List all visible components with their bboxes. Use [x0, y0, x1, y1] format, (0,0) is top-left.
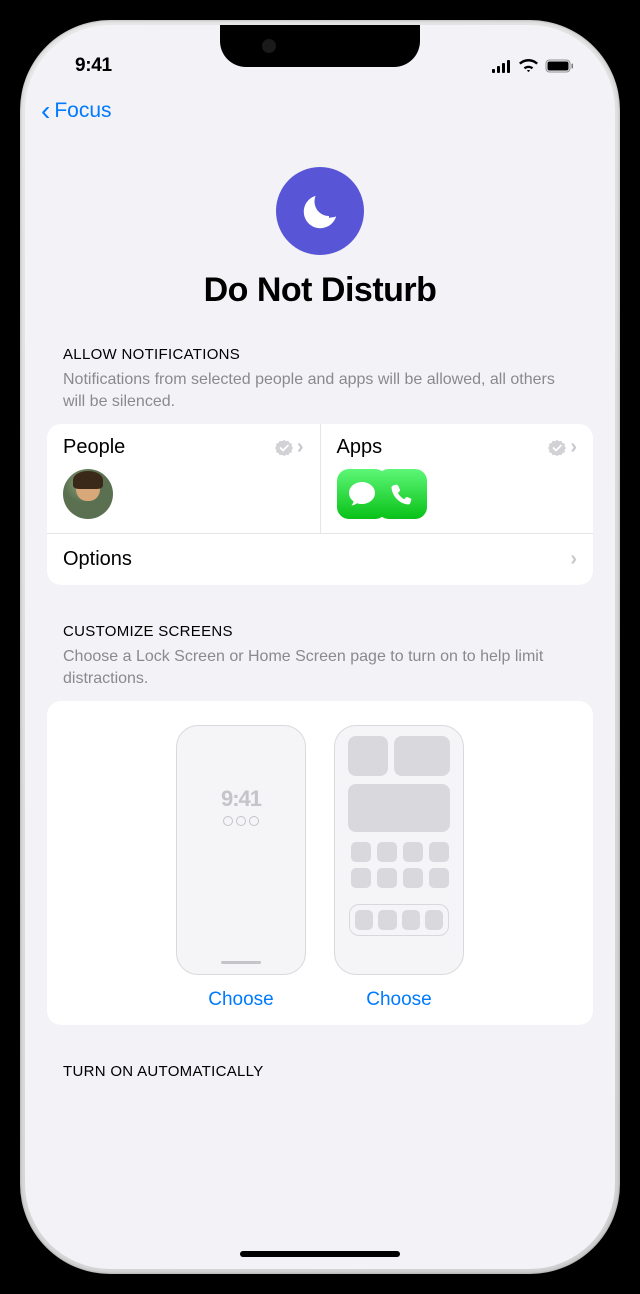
notch — [220, 25, 420, 67]
notifications-description: Notifications from selected people and a… — [47, 369, 593, 424]
people-cell[interactable]: People › — [47, 424, 320, 533]
lock-widget-dots — [187, 816, 295, 826]
phone-body: 9:41 ‹ Focus — [20, 20, 620, 1274]
lock-screen-preview[interactable]: 9:41 — [176, 725, 306, 975]
customize-card: 9:41 Choose — [47, 701, 593, 1025]
screen: 9:41 ‹ Focus — [25, 25, 615, 1269]
hs-app-grid — [345, 842, 453, 888]
badge-check-icon — [275, 439, 293, 457]
status-time: 9:41 — [75, 55, 112, 77]
page-title: Do Not Disturb — [47, 271, 593, 310]
hs-widgets — [345, 736, 453, 776]
contact-avatar — [63, 469, 113, 519]
notifications-card: People › Apps — [47, 424, 593, 585]
app-icons — [337, 469, 578, 519]
choose-lock-screen-button[interactable]: Choose — [176, 989, 306, 1011]
back-button[interactable]: ‹ Focus — [41, 97, 112, 125]
automatic-header: TURN ON AUTOMATICALLY — [47, 1055, 593, 1080]
phone-frame: 9:41 ‹ Focus — [0, 0, 640, 1294]
people-apps-row: People › Apps — [47, 424, 593, 533]
moon-icon — [297, 188, 343, 234]
home-screen-column: Choose — [334, 725, 464, 1011]
dnd-icon — [276, 167, 364, 255]
mini-home-indicator — [221, 961, 261, 964]
hs-dock — [349, 904, 449, 936]
wifi-icon — [519, 59, 538, 73]
phone-app-icon — [377, 469, 427, 519]
chevron-right-icon: › — [570, 436, 577, 459]
lock-screen-time: 9:41 — [187, 786, 295, 812]
chevron-right-icon: › — [297, 436, 304, 459]
options-label: Options — [63, 548, 132, 571]
status-icons — [492, 59, 575, 73]
apps-label: Apps — [337, 436, 383, 459]
choose-home-screen-button[interactable]: Choose — [334, 989, 464, 1011]
hero-section: Do Not Disturb — [47, 137, 593, 338]
notifications-header: ALLOW NOTIFICATIONS — [47, 338, 593, 369]
chevron-left-icon: ‹ — [41, 97, 50, 125]
home-indicator[interactable] — [240, 1251, 400, 1257]
home-screen-preview[interactable] — [334, 725, 464, 975]
apps-cell[interactable]: Apps › — [320, 424, 594, 533]
chevron-right-icon: › — [570, 548, 577, 571]
lock-screen-column: 9:41 Choose — [176, 725, 306, 1011]
badge-check-icon — [548, 439, 566, 457]
back-label: Focus — [54, 99, 111, 123]
customize-description: Choose a Lock Screen or Home Screen page… — [47, 646, 593, 701]
cellular-icon — [492, 60, 512, 73]
content-area: Do Not Disturb ALLOW NOTIFICATIONS Notif… — [25, 137, 615, 1080]
hs-big-widget — [348, 784, 450, 832]
navigation-bar: ‹ Focus — [25, 85, 615, 137]
customize-header: CUSTOMIZE SCREENS — [47, 615, 593, 646]
people-label: People — [63, 436, 125, 459]
battery-icon — [545, 59, 575, 73]
options-row[interactable]: Options › — [47, 533, 593, 585]
screens-row: 9:41 Choose — [47, 701, 593, 1025]
